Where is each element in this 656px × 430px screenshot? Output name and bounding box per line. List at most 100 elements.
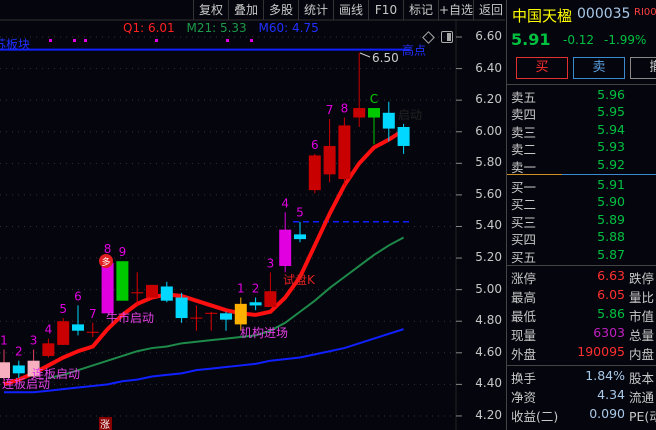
stock-code: 000035 xyxy=(577,6,631,22)
toolbar-button-3[interactable]: 统计 xyxy=(298,0,333,20)
kline-chart[interactable]: 苏板块 高点6.5012345678 91 234567 8C连板启动连板启动牛市启动机… xyxy=(0,0,505,430)
signal-label: 机构进场 xyxy=(240,325,288,340)
row-value: 6303 xyxy=(593,325,625,340)
bar-number: 1 xyxy=(237,282,245,296)
bar-number: C xyxy=(370,92,378,106)
panel-toggle-icon[interactable] xyxy=(441,31,453,43)
row-value: 5.91 xyxy=(597,177,625,192)
toolbar-button-1[interactable]: 叠加 xyxy=(228,0,263,20)
axis-tick-label: 6.60 xyxy=(475,29,502,43)
row-value: 6.63 xyxy=(597,268,625,283)
row-label: 卖二 xyxy=(511,142,537,158)
ma-legend: Q1: 6.01 M21: 5.33 M60: 4.75 xyxy=(123,21,327,35)
row-value: 5.92 xyxy=(597,156,625,172)
signal-dot xyxy=(73,39,76,42)
toolbar-button-6[interactable]: 标记 xyxy=(403,0,438,20)
bid-row: 买二 5.90 xyxy=(507,194,656,212)
row-label: 收益(二) xyxy=(511,409,559,424)
row-label: 卖五 xyxy=(511,90,537,105)
axis-tick-label: 4.20 xyxy=(475,407,502,422)
axis-tick-label: 5.40 xyxy=(475,218,502,233)
candle-body xyxy=(353,108,366,118)
candle-body xyxy=(160,286,173,301)
candle-body xyxy=(279,229,292,266)
legend-m21: M21: 5.33 xyxy=(186,21,247,35)
signal-label: 试盘K xyxy=(283,272,316,287)
signal-dot xyxy=(250,39,253,42)
candle-body xyxy=(264,291,277,308)
row-value: 5.96 xyxy=(597,87,625,102)
candle-body xyxy=(175,297,188,319)
axis-tick-label: 6.00 xyxy=(475,123,502,138)
row-label: 现量 xyxy=(511,328,537,343)
axis-tick-label: 5.60 xyxy=(475,186,502,201)
candle-body xyxy=(294,234,306,240)
candle-body xyxy=(146,284,158,298)
sell-button[interactable]: 卖 xyxy=(573,57,625,79)
bar-number: 4 xyxy=(281,196,289,210)
bar-number: 7 xyxy=(89,307,97,321)
bar-number: 9 xyxy=(119,245,127,259)
ask-row: 卖四 5.95 xyxy=(507,104,656,122)
bar-number: 5 xyxy=(59,302,67,316)
row-label: 最低 xyxy=(511,309,537,324)
signal-dot xyxy=(84,39,87,42)
bar-number: 8 xyxy=(104,242,112,256)
toolbar-button-8[interactable]: 返回 xyxy=(473,0,508,20)
high-label: 高点 xyxy=(402,43,426,58)
candle-body xyxy=(323,145,336,175)
row-label-2: 内盘 xyxy=(629,347,655,362)
toolbar-button-5[interactable]: F10 xyxy=(368,0,403,20)
candle-body xyxy=(397,127,410,146)
row-label: 卖三 xyxy=(511,124,537,140)
price-change-pct: -1.99% xyxy=(604,33,647,47)
axis-tick-label: 6.40 xyxy=(475,60,502,75)
signal-dot xyxy=(155,39,158,42)
bid-row: 买四 5.88 xyxy=(507,229,656,247)
row-value: 5.87 xyxy=(597,246,625,262)
candle-body xyxy=(72,324,84,331)
sector-label: 苏板块 xyxy=(0,38,30,52)
bar-number: 3 xyxy=(30,334,38,348)
candle-body xyxy=(338,125,351,180)
buy-button[interactable]: 买 xyxy=(516,57,568,79)
row-label: 买一 xyxy=(511,180,537,195)
bar-number: 5 xyxy=(296,206,304,220)
toolbar-button-0[interactable]: 复权 xyxy=(193,0,228,20)
ask-row: 卖一 5.92 xyxy=(507,156,656,175)
row-label-2: 总量 xyxy=(629,328,655,343)
candle-body xyxy=(12,365,25,374)
toolbar-button-4[interactable]: 画线 xyxy=(333,0,368,20)
bar-number: 7 xyxy=(326,103,334,117)
row-label: 净资 xyxy=(511,390,537,405)
row-value: 5.88 xyxy=(597,229,625,245)
row-label: 换手 xyxy=(511,371,537,386)
fin-row: 收益(二) 0.090 PE(动 xyxy=(507,406,656,424)
row-label: 买五 xyxy=(511,249,537,265)
quote-panel: 中国天楹 000035 RI000 5.91 -0.12 -1.99% 买 卖 … xyxy=(506,0,656,430)
candle-body xyxy=(368,108,380,118)
bar-number: 4 xyxy=(45,323,53,337)
row-value: 190095 xyxy=(577,344,625,359)
bar-number: 1 xyxy=(0,334,8,348)
signal-label: 连板启动 xyxy=(32,366,80,381)
ask-row: 卖三 5.94 xyxy=(507,122,656,140)
price-change: -0.12 xyxy=(563,33,595,47)
bottom-mark-text: 涨 xyxy=(100,419,110,430)
row-label-2: 股本 xyxy=(629,371,655,386)
stat-row: 涨停 6.63 跌停 xyxy=(507,268,656,286)
candle-body xyxy=(116,261,129,301)
bar-number: 2 xyxy=(252,282,260,296)
candle-body xyxy=(220,313,232,320)
row-label: 涨停 xyxy=(511,271,537,286)
high-value-label: 6.50 xyxy=(372,51,399,65)
toolbar: 复权 叠加 多股 统计 画线 F10 标记 +自选 返回 xyxy=(193,0,508,20)
row-value: 1.84% xyxy=(585,368,625,383)
toolbar-button-2[interactable]: 多股 xyxy=(263,0,298,20)
candle-body xyxy=(101,262,114,314)
bar-number: 6 xyxy=(311,138,319,152)
cancel-order-button[interactable]: 撤 xyxy=(630,57,656,79)
row-label-2: PE(动 xyxy=(629,409,656,424)
ask-row: 卖二 5.93 xyxy=(507,139,656,158)
toolbar-button-7[interactable]: +自选 xyxy=(438,0,473,20)
